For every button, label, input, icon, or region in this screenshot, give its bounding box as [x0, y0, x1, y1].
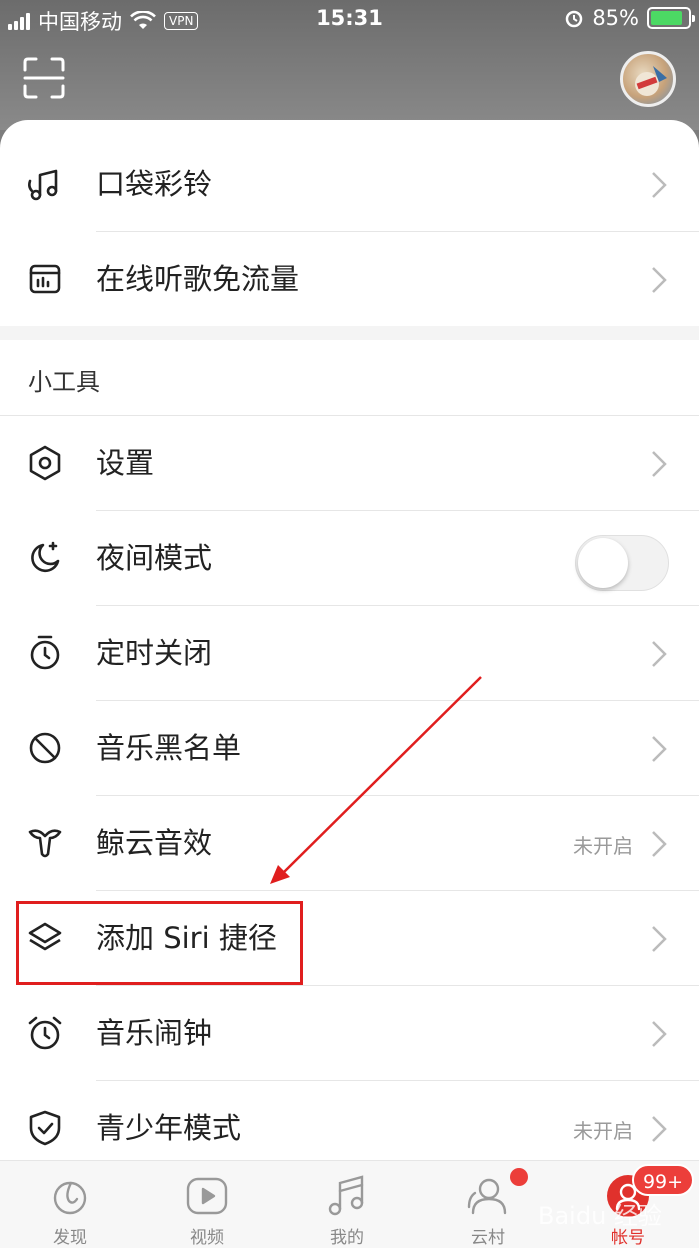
whale-icon	[28, 829, 62, 858]
chevron-right-icon	[652, 926, 667, 952]
battery-icon	[647, 7, 695, 29]
tab-label: 云村	[471, 1228, 505, 1248]
list-item-label: 音乐闹钟	[96, 1016, 213, 1050]
settings-hex-icon	[29, 445, 61, 481]
list-item-whale-sound[interactable]: 鲸云音效 未开启	[0, 796, 699, 891]
list-item-label: 鲸云音效	[96, 826, 213, 860]
list-item-label: 定时关闭	[96, 636, 213, 670]
list-item-settings[interactable]: 设置	[0, 416, 699, 511]
section-title: 小工具	[28, 368, 100, 396]
list-item-night-mode: 夜间模式	[0, 511, 699, 606]
chevron-right-icon	[652, 451, 667, 477]
alarm-icon	[28, 1016, 62, 1050]
scan-icon[interactable]	[22, 56, 66, 100]
tab-label: 发现	[53, 1228, 87, 1248]
tab-community[interactable]: 云村	[418, 1161, 558, 1248]
tab-label: 视频	[190, 1228, 224, 1248]
status-right: 85%	[564, 6, 695, 30]
settings-sheet: 口袋彩铃 在线听歌免流量 小工具 设置 夜间模式 定时关闭 音乐黑名单 鲸云音效…	[0, 120, 699, 1160]
discover-icon	[53, 1181, 87, 1215]
community-notification-dot	[510, 1168, 528, 1186]
chevron-right-icon	[652, 172, 667, 198]
list-item-music-alarm[interactable]: 音乐闹钟	[0, 986, 699, 1081]
list-item-label: 口袋彩铃	[96, 167, 213, 201]
list-item-blacklist[interactable]: 音乐黑名单	[0, 701, 699, 796]
video-icon	[186, 1177, 228, 1215]
account-badge: 99+	[632, 1164, 694, 1196]
tab-discover[interactable]: 发现	[0, 1161, 140, 1248]
moon-icon	[31, 541, 60, 573]
watermark: Baidu 经验	[538, 1202, 662, 1230]
status-text: 未开启	[573, 1119, 633, 1143]
battery-percent: 85%	[592, 6, 639, 30]
shield-icon	[29, 1110, 61, 1146]
chevron-right-icon	[652, 267, 667, 293]
section-gap	[0, 326, 699, 340]
list-item-data-free[interactable]: 在线听歌免流量	[0, 232, 699, 327]
list-item-label: 音乐黑名单	[96, 731, 242, 765]
tab-video[interactable]: 视频	[137, 1161, 277, 1248]
chevron-right-icon	[652, 641, 667, 667]
chevron-right-icon	[652, 1021, 667, 1047]
list-item-label: 在线听歌免流量	[96, 262, 300, 296]
list-item-timer[interactable]: 定时关闭	[0, 606, 699, 701]
night-mode-toggle[interactable]	[575, 535, 669, 591]
block-icon	[29, 732, 61, 764]
status-text: 未开启	[573, 834, 633, 858]
list-item-label: 设置	[96, 446, 155, 480]
status-bar: 中国移动 VPN 15:31 85%	[0, 0, 699, 40]
music-note-icon	[328, 1175, 364, 1216]
chevron-right-icon	[652, 736, 667, 762]
users-icon	[467, 1178, 507, 1215]
list-item-youth-mode[interactable]: 青少年模式 未开启	[0, 1081, 699, 1160]
chevron-right-icon	[652, 831, 667, 857]
list-item-label: 青少年模式	[96, 1111, 242, 1145]
avatar[interactable]	[620, 51, 676, 107]
timer-icon	[30, 635, 60, 670]
tab-mine[interactable]: 我的	[277, 1161, 417, 1248]
annotation-highlight-box	[16, 901, 303, 985]
list-item-ringtone[interactable]: 口袋彩铃	[0, 137, 699, 232]
ringtone-icon	[28, 169, 58, 201]
tab-label: 我的	[330, 1228, 364, 1248]
alarm-status-icon	[566, 10, 583, 28]
list-item-label: 夜间模式	[96, 541, 213, 575]
chevron-right-icon	[652, 1116, 667, 1142]
data-free-icon	[29, 264, 61, 294]
